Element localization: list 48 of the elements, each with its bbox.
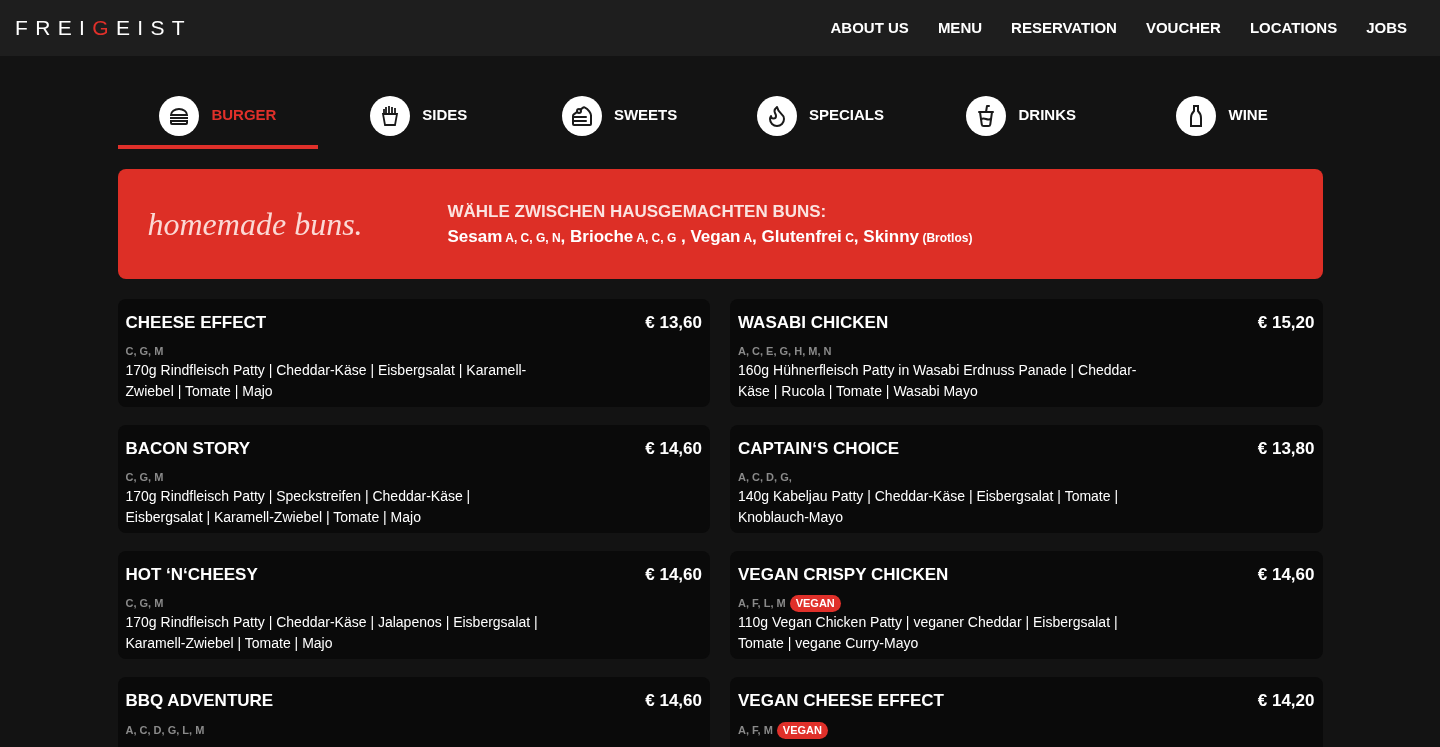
item-price: € 14,60: [645, 564, 702, 586]
item-description: 110g Vegan Chicken Patty | veganer Cheddar | Eisbergsalat | Tomate | vegane Curry-Mayo: [738, 613, 1119, 653]
allergen-codes: A, C, D, G, L, M: [125, 722, 205, 738]
item-description: 140g Kabeljau Patty | Cheddar-Käse | Eisbergsalat | Tomate | Knoblauch-Mayo: [738, 486, 1120, 527]
category-tab[interactable]: SPECIALS: [720, 94, 921, 149]
script-title: homemade buns.: [146, 205, 364, 244]
nav-link[interactable]: JOBS: [1366, 16, 1407, 40]
allergen-codes: C, G, M: [125, 470, 164, 485]
allergen-codes: A, F, M: [738, 722, 773, 738]
item-price: € 14,60: [645, 690, 702, 712]
allergen-codes: A, C, D, G,: [738, 470, 792, 485]
item-description: 170g Rindfleisch Patty | Speckstreifen | Cheddar-Käse | Eisbergsalat | Karamell-Zwiebel | Tomate | Majo: [125, 486, 472, 527]
banner-heading: WÄHLE ZWISCHEN HAUSGEMACHTEN BUNS:: [447, 200, 828, 223]
item-name: BBQ ADVENTURE: [125, 690, 274, 712]
item-price: € 15,20: [1257, 312, 1315, 334]
item-name: CHEESE EFFECT: [125, 312, 267, 334]
nav-link[interactable]: VOUCHER: [1145, 16, 1221, 40]
allergen-codes: C, G, M: [125, 344, 164, 359]
category-tab[interactable]: SWEETS: [519, 94, 720, 149]
item-description: 170g Rindfleisch Patty | Cheddar-Käse | Eisbergsalat | Karamell-Zwiebel | Tomate | Majo: [125, 360, 528, 401]
nav-link[interactable]: ABOUT US: [830, 16, 909, 40]
item-price: € 13,80: [1257, 438, 1315, 460]
allergen-codes: C, G, M: [125, 596, 164, 611]
category-tab[interactable]: SIDES: [318, 94, 520, 149]
item-name: VEGAN CRISPY CHICKEN: [738, 564, 949, 586]
item-price: € 14,20: [1257, 690, 1315, 712]
bun-options: Sesam A, C, G, N, Brioche A, C, G , Vegan A, Glutenfrei C, Skinny (Brotlos): [447, 224, 973, 250]
item-name: BACON STORY: [125, 438, 251, 460]
allergen-codes: A, C, E, G, H, M, N: [738, 344, 832, 359]
item-name: CAPTAIN‘S CHOICE: [738, 438, 900, 460]
item-price: € 13,60: [645, 312, 702, 334]
nav-link[interactable]: RESERVATION: [1011, 16, 1117, 40]
item-description: 170g Rindfleisch Patty | Cheddar-Käse | Jalapenos | Eisbergsalat | Karamell-Zwiebel | Tomate | Majo: [125, 612, 539, 653]
nav-link[interactable]: LOCATIONS: [1249, 16, 1338, 40]
item-name: WASABI CHICKEN: [738, 312, 889, 334]
cake-slice-icon: [569, 103, 594, 128]
category-tab[interactable]: BURGER: [117, 94, 319, 149]
vegan-tag: VEGAN: [789, 595, 841, 612]
allergen-codes: A, F, L, M: [738, 596, 786, 612]
item-price: € 14,60: [645, 438, 702, 460]
item-name: HOT ‘N‘CHEESY: [125, 564, 258, 586]
item-name: VEGAN CHEESE EFFECT: [738, 690, 944, 712]
item-description: 160g Hühnerfleisch Patty in Wasabi Erdnuss Panade | Cheddar-Käse | Rucola | Tomate | Wasabi Mayo: [738, 360, 1138, 401]
item-price: € 14,60: [1257, 564, 1315, 586]
category-tab[interactable]: WINE: [1121, 94, 1323, 149]
nav-link[interactable]: MENU: [937, 16, 983, 40]
vegan-tag: VEGAN: [776, 721, 828, 739]
category-tab[interactable]: DRINKS: [920, 94, 1122, 149]
